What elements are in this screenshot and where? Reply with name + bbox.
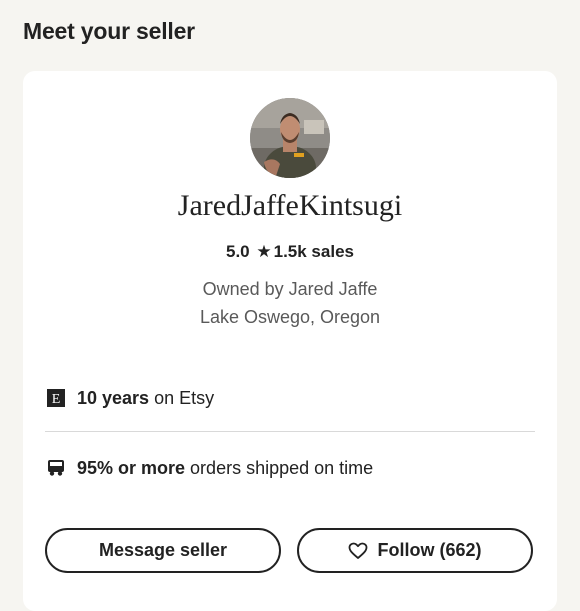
owner-name: Owned by Jared Jaffe	[202, 279, 378, 299]
heart-icon	[348, 542, 368, 560]
svg-text:E: E	[52, 392, 61, 407]
years-value: 10 years	[77, 387, 150, 408]
message-seller-label: Message seller	[98, 540, 228, 560]
truck-icon	[46, 458, 66, 478]
sales-count: 1.5k sales	[273, 242, 354, 261]
follow-button[interactable]: Follow (662)	[297, 528, 533, 573]
avatar-photo	[250, 98, 330, 178]
years-on-etsy-row: E 10 years on Etsy	[46, 386, 214, 410]
seller-card: JaredJaffeKintsugi 5.0 ★ 1.5k sales Owned…	[23, 71, 557, 611]
rating-value: 5.0	[226, 242, 250, 261]
divider	[45, 431, 535, 432]
shop-name[interactable]: JaredJaffeKintsugi	[23, 189, 557, 223]
seller-location: Lake Oswego, Oregon	[199, 307, 381, 327]
meet-your-seller-title: Meet your seller	[23, 18, 195, 44]
shipping-row: 95% or more orders shipped on time	[46, 456, 373, 480]
seller-stats: 5.0 ★ 1.5k sales	[23, 242, 557, 262]
follow-label: Follow (662)	[377, 540, 482, 560]
shipping-label: orders shipped on time	[190, 457, 374, 478]
etsy-e-icon: E	[46, 388, 66, 408]
message-seller-button[interactable]: Message seller	[45, 528, 281, 573]
years-label: on Etsy	[154, 387, 215, 408]
shipping-value: 95% or more	[77, 457, 186, 478]
seller-avatar[interactable]	[250, 98, 330, 178]
star-icon: ★	[256, 242, 272, 261]
